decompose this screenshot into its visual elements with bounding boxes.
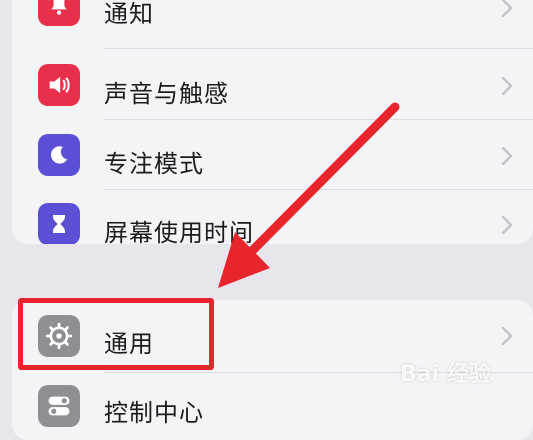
watermark-text: Bai 经验: [400, 362, 491, 387]
annotation-arrow: [218, 102, 400, 288]
